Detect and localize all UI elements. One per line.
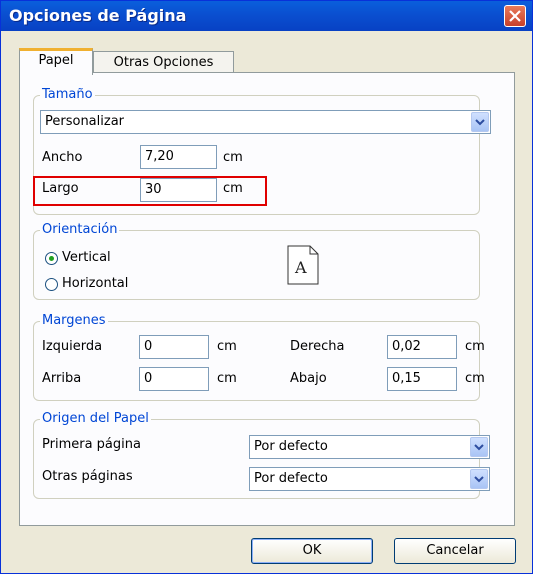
first-page-label: Primera página <box>42 437 141 452</box>
margin-bottom-label: Abajo <box>290 371 327 386</box>
preview-glyph: A <box>294 258 307 277</box>
margin-left-label: Izquierda <box>42 339 103 354</box>
chevron-down-icon <box>474 444 484 451</box>
margin-right-input[interactable]: 0,02 <box>387 335 457 359</box>
width-unit: cm <box>223 150 243 165</box>
first-page-value: Por defecto <box>254 439 328 454</box>
margin-left-input[interactable]: 0 <box>139 335 209 359</box>
window-title: Opciones de Página <box>9 6 187 25</box>
paper-source-group-label: Origen del Papel <box>40 411 151 427</box>
radio-selected-dot <box>49 256 54 261</box>
close-icon <box>509 10 521 22</box>
orientation-group-label: Orientación <box>40 222 120 238</box>
margin-top-label: Arriba <box>42 371 82 386</box>
margin-right-unit: cm <box>465 339 485 354</box>
width-label: Ancho <box>42 150 83 165</box>
first-page-dropdown-button[interactable] <box>470 437 488 457</box>
margin-bottom-unit: cm <box>465 371 485 386</box>
other-pages-value: Por defecto <box>254 471 328 486</box>
size-preset-value: Personalizar <box>45 114 125 129</box>
margin-top-input[interactable]: 0 <box>139 367 209 391</box>
size-preset-dropdown-button[interactable] <box>471 112 489 132</box>
margin-left-unit: cm <box>217 339 237 354</box>
length-highlight-box <box>33 176 267 206</box>
other-pages-dropdown-button[interactable] <box>470 469 488 489</box>
ok-button[interactable]: OK <box>251 538 373 564</box>
vertical-radio[interactable] <box>45 252 58 265</box>
chevron-down-icon <box>474 476 484 483</box>
title-bar[interactable]: Opciones de Página <box>1 1 532 31</box>
close-button[interactable] <box>504 5 526 27</box>
first-page-select[interactable]: Por defecto <box>249 435 490 459</box>
horizontal-radio[interactable] <box>45 278 58 291</box>
margin-right-label: Derecha <box>290 339 345 354</box>
size-preset-select[interactable]: Personalizar <box>40 110 491 134</box>
margin-bottom-input[interactable]: 0,15 <box>387 367 457 391</box>
size-group-label: Tamaño <box>40 87 95 103</box>
margin-top-unit: cm <box>217 371 237 386</box>
cancel-button[interactable]: Cancelar <box>394 538 516 564</box>
other-pages-label: Otras páginas <box>42 469 133 484</box>
portrait-page-icon: A <box>287 245 319 285</box>
other-pages-select[interactable]: Por defecto <box>249 467 490 491</box>
tab-papel[interactable]: Papel <box>19 48 93 75</box>
margins-group-label: Margenes <box>40 313 108 329</box>
horizontal-label[interactable]: Horizontal <box>62 276 128 292</box>
vertical-label[interactable]: Vertical <box>62 250 111 266</box>
chevron-down-icon <box>475 119 485 126</box>
width-input[interactable]: 7,20 <box>140 145 217 169</box>
page-options-dialog: Opciones de Página Papel Otras Opciones … <box>0 0 533 574</box>
